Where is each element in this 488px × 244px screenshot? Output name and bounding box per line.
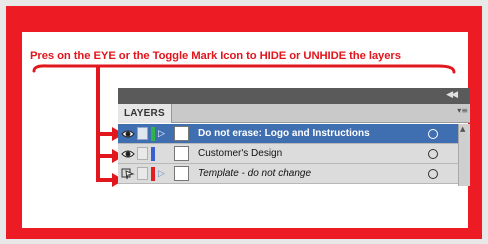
lock-toggle-cell[interactable] [137, 147, 148, 160]
layers-list: ▷ Do not erase: Logo and Instructions Cust… [118, 124, 458, 184]
layer-name[interactable]: Template - do not change [198, 164, 311, 184]
eye-icon[interactable] [121, 147, 135, 160]
target-circle-icon[interactable] [428, 149, 438, 159]
expand-triangle-icon[interactable]: ▷ [158, 168, 168, 180]
layer-thumbnail [174, 126, 189, 141]
lock-toggle-cell[interactable] [137, 167, 148, 180]
panel-tab-row: LAYERS ▾≡ [118, 104, 470, 123]
tab-layers[interactable]: LAYERS [118, 104, 172, 123]
layer-thumbnail [174, 166, 189, 181]
scroll-up-icon[interactable]: ▲ [460, 125, 465, 133]
double-chevron-icon[interactable]: ◀◀ [446, 90, 458, 100]
target-circle-icon[interactable] [428, 129, 438, 139]
panel-menu-icon[interactable]: ▾≡ [457, 106, 468, 115]
layer-row[interactable]: ▷ Do not erase: Logo and Instructions [118, 124, 458, 144]
layer-thumbnail [174, 146, 189, 161]
target-circle-icon[interactable] [428, 169, 438, 179]
scrollbar[interactable]: ▲ [458, 124, 470, 186]
template-toggle-icon[interactable] [121, 167, 135, 180]
lock-toggle-cell[interactable] [137, 127, 148, 140]
expand-triangle-icon[interactable]: ▷ [158, 128, 168, 140]
layer-color-indicator [151, 147, 155, 161]
layer-color-indicator [151, 167, 155, 181]
layers-panel: ◀◀ LAYERS ▾≡ ▷ Do not erase: Logo and Ins… [118, 88, 470, 192]
layer-name[interactable]: Do not erase: Logo and Instructions [198, 124, 370, 144]
layer-color-indicator [151, 127, 155, 141]
panel-title-bar: ◀◀ [118, 88, 470, 104]
eye-icon[interactable] [121, 127, 135, 140]
layer-row[interactable]: ▷ Template - do not change [118, 164, 458, 184]
layer-row[interactable]: Customer's Design [118, 144, 458, 164]
layer-name[interactable]: Customer's Design [198, 144, 282, 164]
